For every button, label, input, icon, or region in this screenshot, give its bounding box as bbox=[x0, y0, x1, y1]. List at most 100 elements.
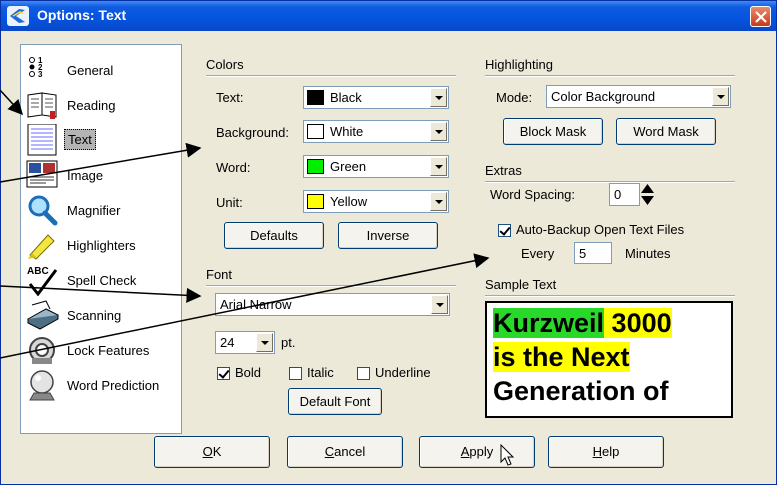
category-label: General bbox=[67, 63, 114, 78]
highlighting-divider bbox=[485, 75, 735, 77]
category-label: Word Prediction bbox=[67, 378, 160, 393]
color-swatch bbox=[307, 159, 324, 174]
chevron-down-icon[interactable] bbox=[431, 295, 448, 314]
sample-line-3: Generation of bbox=[493, 376, 669, 406]
highlighted-unit: is the Next bbox=[493, 342, 630, 372]
word-color-label: Word: bbox=[216, 160, 251, 175]
extras-group-header: Extras bbox=[485, 163, 522, 178]
category-word-prediction[interactable]: Word Prediction bbox=[26, 369, 181, 401]
default-font-button[interactable]: Default Font bbox=[288, 388, 382, 415]
background-color-select[interactable]: White bbox=[303, 120, 449, 143]
chevron-down-icon[interactable] bbox=[256, 333, 273, 352]
backup-interval-input[interactable]: 5 bbox=[574, 242, 612, 264]
options-dialog: Options: Text 1 2 3 General Reading Text… bbox=[0, 0, 777, 485]
color-swatch bbox=[307, 90, 324, 105]
apply-button[interactable]: Apply bbox=[419, 436, 535, 468]
category-lock-features[interactable]: Lock Features bbox=[26, 334, 181, 366]
text-color-select[interactable]: Black bbox=[303, 86, 449, 109]
select-value: White bbox=[330, 124, 364, 139]
bold-checkbox[interactable] bbox=[217, 367, 230, 380]
inverse-button[interactable]: Inverse bbox=[338, 222, 438, 249]
chevron-down-icon[interactable] bbox=[430, 122, 447, 141]
category-label: Text bbox=[64, 129, 96, 150]
help-button[interactable]: Help bbox=[548, 436, 664, 468]
chevron-down-icon[interactable] bbox=[430, 157, 447, 176]
spell-check-icon: ABC bbox=[27, 266, 58, 296]
category-label: Highlighters bbox=[67, 238, 136, 253]
highlighting-group-header: Highlighting bbox=[485, 57, 553, 72]
highlighted-word: Kurzweil bbox=[493, 308, 605, 338]
category-list[interactable]: 1 2 3 General Reading Text Image Magnifi… bbox=[20, 44, 182, 434]
defaults-button[interactable]: Defaults bbox=[224, 222, 324, 249]
svg-text:3: 3 bbox=[38, 70, 43, 79]
colors-divider bbox=[206, 75, 456, 77]
category-spell-check[interactable]: ABC Spell Check bbox=[26, 264, 181, 296]
background-color-label: Background: bbox=[216, 125, 289, 140]
word-spacing-label: Word Spacing: bbox=[490, 187, 576, 202]
unit-color-select[interactable]: Yellow bbox=[303, 190, 449, 213]
cancel-button[interactable]: Cancel bbox=[287, 436, 403, 468]
chevron-down-icon[interactable] bbox=[430, 88, 447, 107]
underline-label[interactable]: Underline bbox=[375, 365, 431, 380]
general-list-icon: 1 2 3 bbox=[29, 56, 43, 79]
highlighted-unit: 3000 bbox=[611, 308, 672, 338]
highlight-mode-select[interactable]: Color Background bbox=[546, 85, 731, 108]
category-label: Magnifier bbox=[67, 203, 121, 218]
scanner-icon bbox=[26, 300, 60, 330]
chevron-down-icon[interactable] bbox=[430, 192, 447, 211]
category-label: Spell Check bbox=[67, 273, 137, 288]
every-label: Every bbox=[521, 246, 555, 261]
close-icon bbox=[755, 11, 767, 23]
word-color-select[interactable]: Green bbox=[303, 155, 449, 178]
ok-button[interactable]: OK bbox=[154, 436, 270, 468]
category-magnifier[interactable]: Magnifier bbox=[26, 194, 181, 226]
spinner-arrows-icon[interactable] bbox=[640, 183, 655, 206]
category-label: Reading bbox=[67, 98, 116, 113]
underline-checkbox[interactable] bbox=[357, 367, 370, 380]
category-reading[interactable]: Reading bbox=[26, 89, 181, 121]
text-color-label: Text: bbox=[216, 90, 244, 105]
font-family-select[interactable]: Arial Narrow bbox=[215, 293, 450, 316]
category-image[interactable]: Image bbox=[26, 159, 181, 191]
font-size-unit: pt. bbox=[281, 335, 296, 350]
autobackup-checkbox[interactable] bbox=[498, 224, 511, 237]
category-scanning[interactable]: Scanning bbox=[26, 299, 181, 331]
crystal-ball-icon bbox=[29, 370, 55, 401]
category-general[interactable]: 1 2 3 General bbox=[26, 54, 181, 86]
autobackup-label[interactable]: Auto-Backup Open Text Files bbox=[516, 222, 684, 237]
title-bar[interactable]: Options: Text bbox=[1, 1, 776, 31]
italic-checkbox[interactable] bbox=[289, 367, 302, 380]
word-spacing-spinner[interactable]: 0 bbox=[609, 183, 655, 206]
category-label: Image bbox=[67, 168, 104, 183]
close-button[interactable] bbox=[750, 6, 771, 27]
category-label: Scanning bbox=[67, 308, 122, 323]
highlighter-icon bbox=[28, 234, 55, 260]
category-label: Lock Features bbox=[67, 343, 150, 358]
dialog-body: 1 2 3 General Reading Text Image Magnifi… bbox=[4, 31, 773, 483]
select-value: Yellow bbox=[330, 194, 368, 209]
category-text[interactable]: Text bbox=[26, 124, 181, 156]
color-swatch bbox=[307, 124, 324, 139]
select-value: Color Background bbox=[551, 89, 656, 104]
image-icon bbox=[26, 160, 58, 188]
word-mask-button[interactable]: Word Mask bbox=[616, 118, 716, 145]
colors-group-header: Colors bbox=[206, 57, 244, 72]
reading-book-icon bbox=[27, 92, 57, 119]
block-mask-button[interactable]: Block Mask bbox=[503, 118, 603, 145]
font-size-select[interactable]: 24 bbox=[215, 331, 275, 354]
svg-text:ABC: ABC bbox=[27, 266, 49, 277]
app-logo-icon bbox=[7, 6, 29, 26]
word-spacing-input[interactable]: 0 bbox=[609, 183, 640, 206]
minutes-label: Minutes bbox=[625, 246, 671, 261]
color-swatch bbox=[307, 194, 324, 209]
select-value: Black bbox=[330, 90, 362, 105]
sample-divider bbox=[485, 295, 735, 297]
lock-icon bbox=[29, 337, 55, 364]
sample-group-header: Sample Text bbox=[485, 277, 557, 292]
font-group-header: Font bbox=[206, 267, 233, 282]
sample-line-1: Kurzweil 3000 bbox=[493, 307, 672, 339]
bold-label[interactable]: Bold bbox=[235, 365, 261, 380]
chevron-down-icon[interactable] bbox=[712, 87, 729, 106]
category-highlighters[interactable]: Highlighters bbox=[26, 229, 181, 261]
italic-label[interactable]: Italic bbox=[307, 365, 334, 380]
